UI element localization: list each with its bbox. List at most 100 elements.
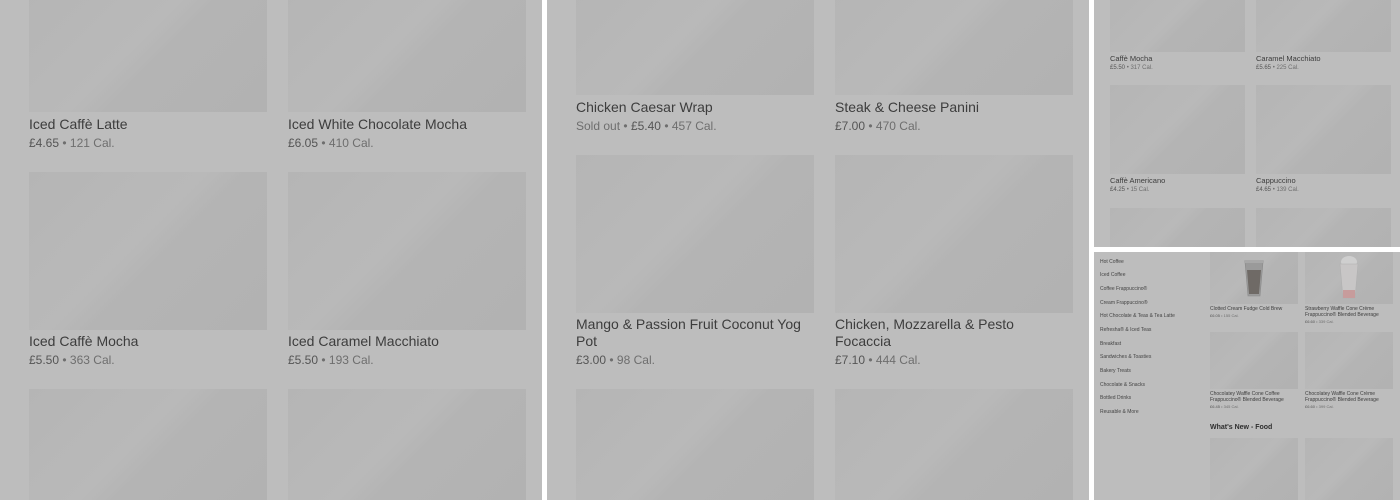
item-image <box>29 0 267 112</box>
menu-item-card[interactable] <box>835 389 1073 500</box>
item-name: Caffè Americano <box>1110 176 1166 185</box>
menu-item-card[interactable]: Chocolatey Waffle Cone Coffee Frappuccin… <box>1210 332 1298 412</box>
item-calories: 155 Cal. <box>1223 313 1239 318</box>
separator: • <box>664 119 669 133</box>
item-price: £5.65 <box>1256 65 1272 71</box>
separator: • <box>1221 313 1223 318</box>
item-price: £6.45 <box>1210 404 1221 409</box>
menu-item-card[interactable]: Mango & Passion Fruit Coconut Yog Pot £3… <box>576 155 814 370</box>
item-name: Caffè Mocha <box>1110 54 1153 63</box>
menu-item-card[interactable]: Chicken, Mozzarella & Pesto Focaccia £7.… <box>835 155 1073 370</box>
sidebar-item-chocolate-snacks[interactable]: Chocolate & Snacks <box>1100 382 1145 388</box>
menu-item-card[interactable] <box>288 389 526 500</box>
item-price: £4.25 <box>1110 187 1126 193</box>
item-image <box>1210 332 1298 389</box>
item-calories: 98 Cal. <box>616 353 655 367</box>
menu-item-card[interactable]: Clotted Cream Fudge Cold Brew £6.05 • 15… <box>1210 252 1298 322</box>
menu-panel-whats-new: Hot Coffee Iced Coffee Coffee Frappuccin… <box>1094 252 1400 500</box>
menu-item-card[interactable]: Caffè Americano £4.25 • 15 Cal. <box>1110 85 1245 197</box>
separator: • <box>868 353 873 367</box>
item-price: £5.40 <box>630 119 661 133</box>
item-price: £6.05 <box>1210 313 1221 318</box>
menu-item-card[interactable]: Cappuccino £4.65 • 139 Cal. <box>1256 85 1391 197</box>
item-image <box>1210 438 1298 500</box>
item-meta: £4.65 • 121 Cal. <box>29 136 115 150</box>
item-meta: £5.50 • 317 Cal. <box>1110 65 1153 72</box>
sidebar-item-sandwiches[interactable]: Sandwiches & Toasties <box>1100 354 1151 360</box>
separator: • <box>623 119 628 133</box>
menu-item-card[interactable]: Iced Caffè Mocha £5.50 • 363 Cal. <box>29 172 267 372</box>
separator: • <box>1272 187 1275 193</box>
separator: • <box>1126 187 1129 193</box>
item-meta: £4.65 • 139 Cal. <box>1256 187 1299 194</box>
item-name: Mango & Passion Fruit Coconut Yog Pot <box>576 316 801 349</box>
item-image <box>576 389 814 500</box>
item-image <box>1110 0 1245 52</box>
item-image <box>1305 438 1393 500</box>
item-calories: 139 Cal. <box>1276 187 1299 193</box>
separator: • <box>609 353 614 367</box>
sidebar-item-hot-chocolate-teas[interactable]: Hot Chocolate & Teas & Tea Latte <box>1100 313 1175 319</box>
menu-item-card[interactable]: Iced Caffè Latte £4.65 • 121 Cal. <box>29 0 267 150</box>
menu-item-card[interactable]: Caffè Mocha £5.50 • 317 Cal. <box>1110 0 1245 74</box>
item-calories: 345 Cal. <box>1223 404 1239 409</box>
item-price: £4.65 <box>29 136 60 150</box>
menu-item-card[interactable]: Iced White Chocolate Mocha £6.05 • 410 C… <box>288 0 526 150</box>
menu-panel-iced-drinks: Iced Caffè Latte £4.65 • 121 Cal. Iced W… <box>0 0 542 500</box>
sidebar-item-refresha[interactable]: Refresha® & Iced Teas <box>1100 327 1151 333</box>
menu-item-card[interactable] <box>576 389 814 500</box>
item-calories: 399 Cal. <box>1318 404 1334 409</box>
menu-panel-hot-coffee: Caffè Mocha £5.50 • 317 Cal. Caramel Mac… <box>1094 0 1400 247</box>
menu-item-card[interactable] <box>1256 208 1391 247</box>
item-name: Iced Caramel Macchiato <box>288 333 439 349</box>
section-heading: What's New - Food <box>1210 424 1273 431</box>
menu-item-card[interactable]: Iced Caramel Macchiato £5.50 • 193 Cal. <box>288 172 526 372</box>
sidebar-item-coffee-frappuccino[interactable]: Coffee Frappuccino® <box>1100 286 1147 292</box>
sidebar-item-bottled-drinks[interactable]: Bottled Drinks <box>1100 395 1131 401</box>
menu-item-card[interactable]: Chicken Caesar Wrap Sold out • £5.40 • 4… <box>576 0 814 140</box>
menu-item-card[interactable] <box>29 389 267 500</box>
item-calories: 470 Cal. <box>875 119 921 133</box>
item-name: Iced White Chocolate Mocha <box>288 116 467 132</box>
menu-item-card[interactable] <box>1305 438 1393 500</box>
item-image <box>576 155 814 313</box>
item-name: Iced Caffè Latte <box>29 116 128 132</box>
item-name: Cappuccino <box>1256 176 1296 185</box>
item-price: £6.05 <box>288 136 319 150</box>
item-price: £7.00 <box>835 119 866 133</box>
sidebar-item-cream-frappuccino[interactable]: Cream Frappuccino® <box>1100 300 1148 306</box>
item-calories: 193 Cal. <box>328 353 374 367</box>
sold-out-label: Sold out <box>576 119 621 133</box>
item-image <box>1110 208 1245 247</box>
sidebar-item-hot-coffee[interactable]: Hot Coffee <box>1100 259 1124 265</box>
item-meta: £4.25 • 15 Cal. <box>1110 187 1149 194</box>
menu-item-card[interactable]: Steak & Cheese Panini £7.00 • 470 Cal. <box>835 0 1073 140</box>
item-price: £4.65 <box>1256 187 1272 193</box>
item-name: Clotted Cream Fudge Cold Brew <box>1210 306 1283 312</box>
sidebar-item-reusable[interactable]: Reusable & More <box>1100 409 1139 415</box>
menu-panel-food: Chicken Caesar Wrap Sold out • £5.40 • 4… <box>547 0 1089 500</box>
menu-item-card[interactable] <box>1210 438 1298 500</box>
item-price: £5.50 <box>29 353 60 367</box>
item-image <box>1305 332 1393 389</box>
sidebar-item-breakfast[interactable]: Breakfast <box>1100 341 1121 347</box>
item-calories: 121 Cal. <box>69 136 115 150</box>
separator: • <box>1221 404 1223 409</box>
item-calories: 225 Cal. <box>1276 65 1299 71</box>
menu-item-card[interactable] <box>1110 208 1245 247</box>
item-price: £6.60 <box>1305 404 1316 409</box>
sidebar-item-iced-coffee[interactable]: Iced Coffee <box>1100 272 1125 278</box>
separator: • <box>62 353 67 367</box>
item-price: £5.50 <box>288 353 319 367</box>
separator: • <box>1316 404 1318 409</box>
menu-item-card[interactable]: Caramel Macchiato £5.65 • 225 Cal. <box>1256 0 1391 74</box>
item-image <box>288 0 526 112</box>
item-name: Chocolatey Waffle Cone Crème Frappuccino… <box>1305 391 1379 403</box>
item-calories: 457 Cal. <box>671 119 717 133</box>
separator: • <box>62 136 67 150</box>
menu-item-card[interactable]: Strawberry Waffle Cone Crème Frappuccino… <box>1305 252 1393 327</box>
item-image <box>29 389 267 500</box>
sidebar-item-bakery[interactable]: Bakery Treats <box>1100 368 1131 374</box>
item-meta: £5.50 • 363 Cal. <box>29 353 115 367</box>
menu-item-card[interactable]: Chocolatey Waffle Cone Crème Frappuccino… <box>1305 332 1393 412</box>
